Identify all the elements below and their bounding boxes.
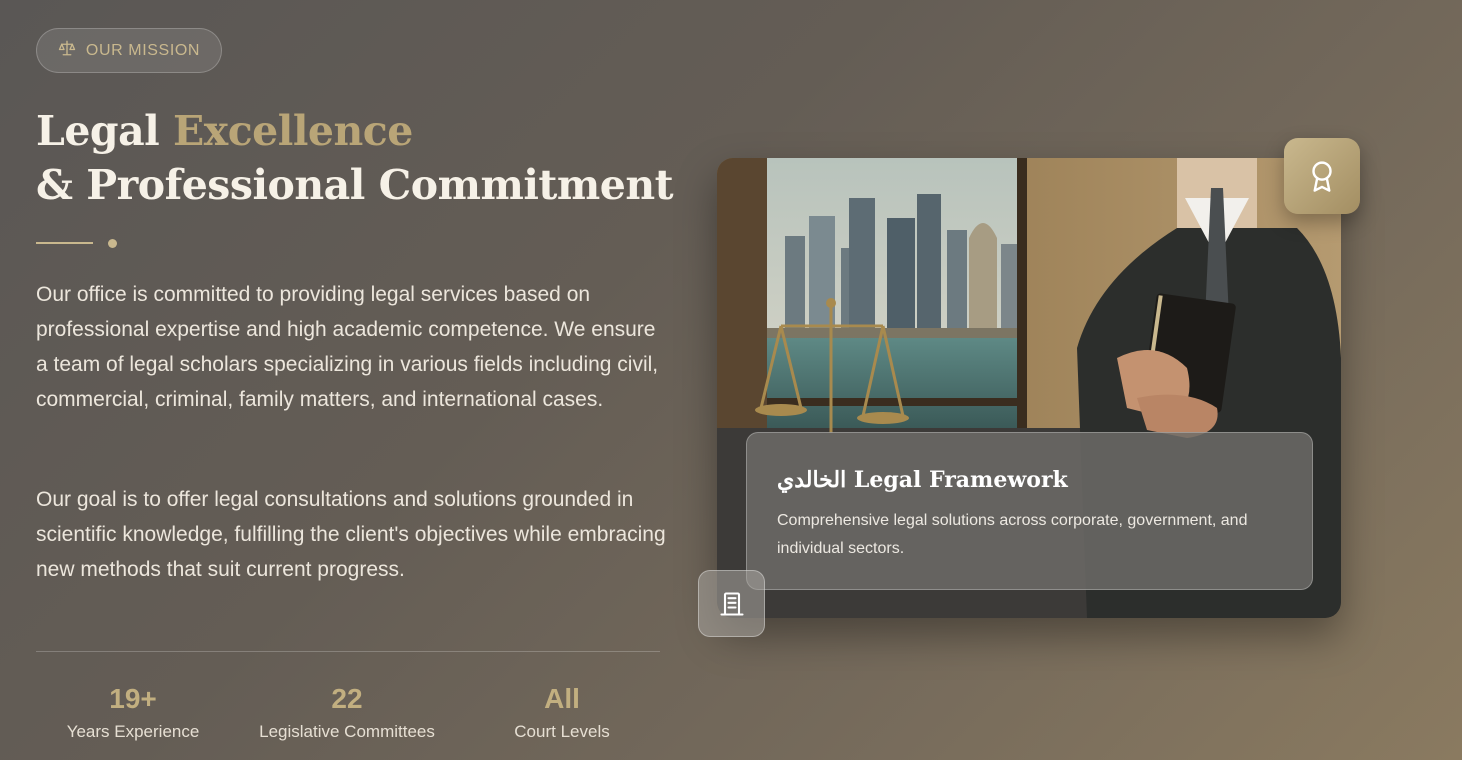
stat-label: Court Levels — [514, 722, 610, 741]
stat-committees: 22 Legislative Committees — [240, 680, 454, 742]
stat-value: 22 — [331, 683, 363, 714]
divider-dot — [108, 239, 117, 248]
stats-divider — [36, 651, 660, 652]
stat-value: All — [544, 683, 580, 714]
stat-label: Legislative Committees — [259, 722, 435, 741]
panel-description: Comprehensive legal solutions across cor… — [777, 512, 1248, 557]
stat-years: 19+ Years Experience — [26, 680, 240, 742]
mission-badge-label: OUR MISSION — [85, 41, 201, 59]
stat-label: Years Experience — [66, 722, 200, 741]
mission-paragraph-2: Our goal is to offer legal consultations… — [36, 488, 666, 581]
divider-line — [36, 242, 93, 244]
building-icon[interactable] — [698, 570, 765, 637]
legal-framework-panel: الخالدي Legal Framework Comprehensive le… — [746, 432, 1313, 590]
award-icon — [1284, 138, 1360, 214]
stat-value: 19+ — [109, 683, 157, 714]
page-title: Legal Excellence & Professional Commitme… — [36, 104, 674, 212]
stat-courts: All Court Levels — [455, 680, 669, 742]
mission-badge: OUR MISSION — [36, 28, 222, 73]
title-plain: Legal — [36, 107, 160, 155]
title-accent: Excellence — [173, 107, 413, 155]
mission-paragraph-1: Our office is committed to providing leg… — [36, 283, 659, 411]
scales-icon — [58, 39, 76, 62]
panel-title: الخالدي Legal Framework — [777, 467, 1068, 493]
title-line2: & Professional Commitment — [36, 161, 674, 209]
